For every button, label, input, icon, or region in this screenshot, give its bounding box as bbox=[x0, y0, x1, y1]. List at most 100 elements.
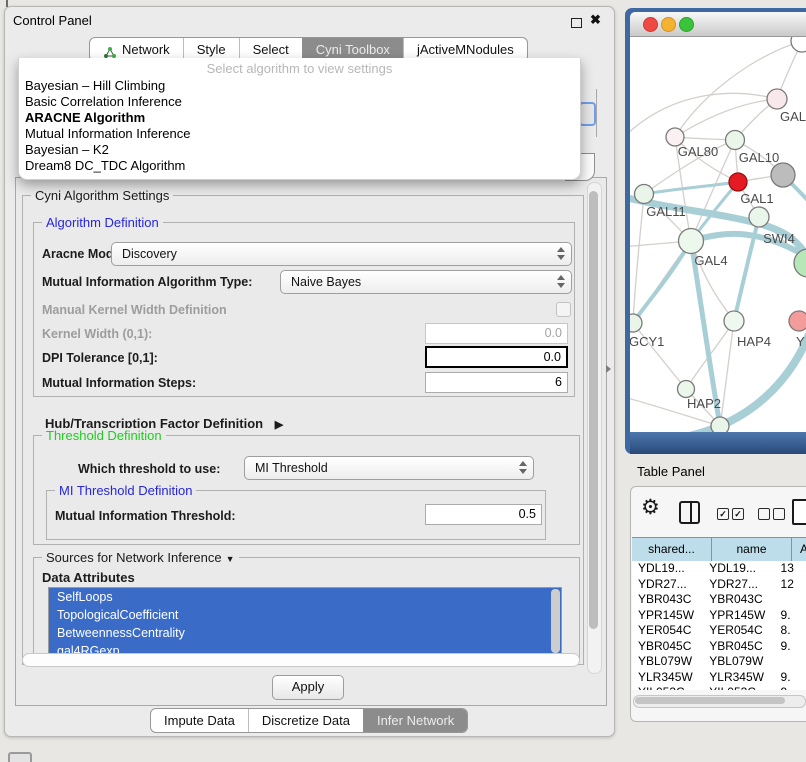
mi-steps-input[interactable]: 6 bbox=[425, 372, 568, 393]
table-cell: 12 bbox=[775, 577, 806, 593]
network-edge[interactable] bbox=[630, 93, 777, 137]
network-edge[interactable] bbox=[675, 99, 777, 137]
dpi-tolerance-input[interactable]: 0.0 bbox=[425, 346, 568, 368]
table-header: shared... name A bbox=[632, 537, 806, 562]
cyni-algorithm-settings-group: Cyni Algorithm Settings Algorithm Defini… bbox=[22, 195, 584, 665]
network-node-HAP4[interactable] bbox=[724, 311, 744, 331]
tab-impute-data[interactable]: Impute Data bbox=[151, 709, 248, 732]
table-cell: YLR345W bbox=[632, 670, 703, 686]
tab-label: Infer Network bbox=[377, 709, 454, 732]
sources-toggle[interactable]: Sources for Network Inference▼ bbox=[42, 550, 239, 565]
attribute-item[interactable]: SelfLoops bbox=[49, 588, 561, 606]
settings-gear-icon[interactable]: ⚙ bbox=[641, 495, 660, 520]
table-row[interactable]: YBL079WYBL079W bbox=[632, 654, 806, 670]
settings-horizontal-scrollbar[interactable] bbox=[22, 653, 580, 667]
deselect-all-checkbox-icon[interactable] bbox=[773, 508, 785, 520]
network-node[interactable] bbox=[771, 163, 795, 187]
network-node-label: GAL11 bbox=[646, 204, 686, 219]
network-node-HAP2[interactable] bbox=[678, 381, 695, 398]
network-node[interactable] bbox=[711, 417, 729, 432]
table-row[interactable]: YLR345WYLR345W9. bbox=[632, 670, 806, 686]
select-all-checkbox-icon[interactable]: ✓ bbox=[717, 508, 729, 520]
document-icon[interactable] bbox=[792, 499, 806, 525]
network-node[interactable] bbox=[791, 37, 806, 52]
network-edge[interactable] bbox=[720, 321, 734, 426]
attribute-item[interactable]: TopologicalCoefficient bbox=[49, 606, 561, 624]
network-node-GAL[interactable] bbox=[767, 89, 787, 109]
dropdown-item-bayesian-k2[interactable]: Bayesian – K2 bbox=[25, 142, 109, 158]
data-attributes-list[interactable]: SelfLoopsTopologicalCoefficientBetweenne… bbox=[48, 587, 562, 661]
manual-kernel-width-checkbox[interactable] bbox=[556, 302, 571, 317]
network-node-GAL11[interactable] bbox=[635, 185, 654, 204]
dropdown-item-mutual-information[interactable]: Mutual Information Inference bbox=[25, 126, 190, 142]
dropdown-item-bayesian-hill-climbing[interactable]: Bayesian – Hill Climbing bbox=[25, 78, 165, 94]
kernel-width-label: Kernel Width (0,1): bbox=[42, 327, 152, 341]
float-window-icon[interactable] bbox=[571, 18, 582, 28]
dropdown-item-aracne[interactable]: ARACNE Algorithm bbox=[25, 110, 145, 126]
table-row[interactable]: YPR145WYPR145W9. bbox=[632, 608, 806, 624]
table-cell: YBR043C bbox=[703, 592, 774, 608]
group-title: MI Threshold Definition bbox=[55, 483, 196, 498]
select-all-checkbox-icon[interactable]: ✓ bbox=[732, 508, 744, 520]
aracne-mode-select[interactable]: Discovery bbox=[111, 242, 572, 266]
control-panel-title: Control Panel bbox=[13, 13, 92, 28]
table-row[interactable]: YDR27...YDR27...12 bbox=[632, 577, 806, 593]
table-row[interactable]: YER054CYER054C8. bbox=[632, 623, 806, 639]
network-node-GAL1[interactable] bbox=[729, 173, 747, 191]
scrollbar-thumb[interactable] bbox=[589, 191, 598, 629]
close-light-icon[interactable] bbox=[643, 17, 658, 32]
obscured-combo-fragment bbox=[579, 102, 596, 126]
network-edge-strong[interactable] bbox=[633, 241, 691, 323]
algorithm-dropdown: Select algorithm to view settings Bayesi… bbox=[18, 58, 581, 180]
which-threshold-select[interactable]: MI Threshold bbox=[244, 456, 534, 480]
network-node-Y[interactable] bbox=[789, 311, 806, 331]
tab-discretize-data[interactable]: Discretize Data bbox=[248, 709, 363, 732]
table-cell bbox=[775, 654, 806, 670]
network-edge[interactable] bbox=[633, 194, 644, 323]
scrollbar-thumb[interactable] bbox=[635, 697, 785, 704]
mi-threshold-definition-group: MI Threshold Definition Mutual Informati… bbox=[46, 490, 546, 540]
table-row[interactable]: YBR043CYBR043C bbox=[632, 592, 806, 608]
settings-vertical-scrollbar[interactable] bbox=[587, 182, 602, 674]
table-cell: YPR145W bbox=[632, 608, 703, 624]
network-node-GAL4[interactable] bbox=[679, 229, 704, 254]
deselect-all-checkbox-icon[interactable] bbox=[758, 508, 770, 520]
mi-threshold-input[interactable]: 0.5 bbox=[425, 504, 542, 525]
column-layout-icon[interactable] bbox=[679, 501, 700, 524]
which-threshold-label: Which threshold to use: bbox=[78, 462, 220, 476]
column-header-name[interactable]: name bbox=[712, 538, 792, 561]
dropdown-item-basic-correlation[interactable]: Basic Correlation Inference bbox=[25, 94, 182, 110]
network-window-titlebar[interactable] bbox=[630, 12, 806, 37]
tab-infer-network[interactable]: Infer Network bbox=[363, 709, 467, 732]
table-row[interactable]: YDL19...YDL19...13 bbox=[632, 561, 806, 577]
mi-algorithm-type-select[interactable]: Naive Bayes bbox=[280, 270, 572, 294]
table-row[interactable]: YBR045CYBR045C9. bbox=[632, 639, 806, 655]
network-edge[interactable] bbox=[633, 323, 686, 389]
network-canvas[interactable]: GALGAL80GAL10GAL1GAL11SWI4GAL4GCY1HAP4YH… bbox=[630, 37, 806, 432]
list-scrollbar[interactable] bbox=[551, 589, 560, 653]
minimize-light-icon[interactable] bbox=[661, 17, 676, 32]
table-row[interactable]: YIL053CYIL053C9 bbox=[632, 685, 806, 690]
zoom-light-icon[interactable] bbox=[679, 17, 694, 32]
screen: Control Panel ✖ Network Style Select Cyn… bbox=[0, 0, 806, 762]
mi-algorithm-type-label: Mutual Information Algorithm Type: bbox=[42, 275, 252, 289]
table-body: YDL19...YDL19...13YDR27...YDR27...12YBR0… bbox=[632, 561, 806, 690]
attribute-item[interactable]: BetweennessCentrality bbox=[49, 624, 561, 642]
table-cell: YIL053C bbox=[632, 685, 703, 690]
group-title: Cyni Algorithm Settings bbox=[31, 188, 173, 203]
dropdown-item-dream8[interactable]: Dream8 DC_TDC Algorithm bbox=[25, 158, 185, 174]
kernel-width-input[interactable]: 0.0 bbox=[425, 323, 568, 344]
data-attributes-label: Data Attributes bbox=[42, 570, 135, 585]
network-node-GAL10[interactable] bbox=[726, 131, 745, 150]
panel-resize-handle[interactable] bbox=[606, 365, 611, 373]
network-node-GCY1[interactable] bbox=[630, 314, 642, 332]
column-header-clipped[interactable]: A bbox=[792, 538, 806, 561]
network-window-bottom-frame bbox=[630, 432, 806, 454]
minimized-panel-icon[interactable] bbox=[8, 752, 32, 762]
network-node-SWI4[interactable] bbox=[749, 207, 769, 227]
close-icon[interactable]: ✖ bbox=[590, 12, 601, 28]
table-horizontal-scrollbar[interactable] bbox=[633, 695, 806, 708]
which-threshold-value: MI Threshold bbox=[255, 457, 328, 479]
apply-button[interactable]: Apply bbox=[272, 675, 344, 700]
column-header-shared-name[interactable]: shared... bbox=[632, 538, 712, 561]
